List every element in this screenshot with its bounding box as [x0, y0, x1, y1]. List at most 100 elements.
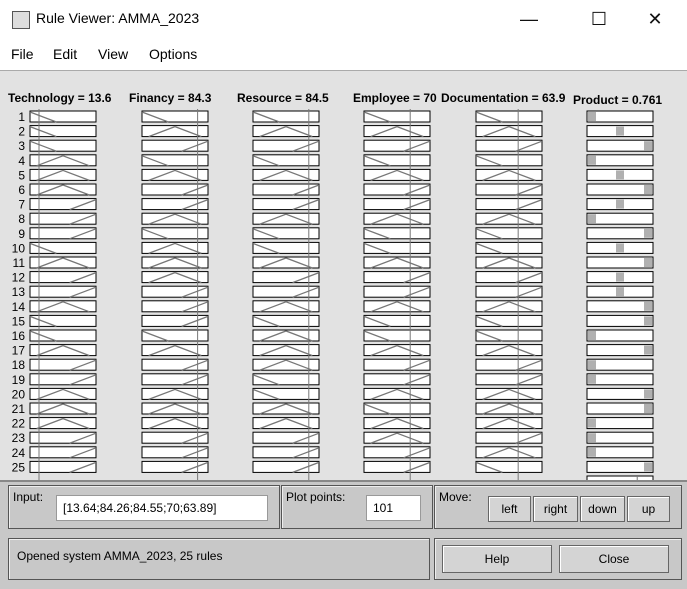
- menu-file[interactable]: File: [11, 46, 34, 62]
- output-mf-fill: [588, 112, 596, 121]
- mf-box-product: [586, 431, 654, 444]
- move-left-button[interactable]: left: [488, 496, 531, 522]
- mf-box-documentation: [475, 227, 543, 240]
- mf-box-technology: [29, 241, 97, 254]
- mf-box-documentation: [475, 154, 543, 167]
- mf-box-employee: [363, 183, 431, 196]
- output-mf-fill: [588, 374, 596, 384]
- mf-box-documentation: [475, 241, 543, 254]
- output-mf-fill: [644, 462, 652, 472]
- mf-box-technology: [29, 125, 97, 138]
- rule-number: 23: [12, 431, 26, 445]
- output-mf-fill: [644, 185, 652, 194]
- rule-number: 13: [12, 285, 26, 299]
- menu-view[interactable]: View: [98, 46, 128, 62]
- mf-box-product: [586, 417, 654, 430]
- output-mf-fill: [588, 360, 596, 370]
- output-mf-fill: [644, 228, 652, 238]
- help-close-panel: Help Close: [434, 538, 682, 580]
- rule-number: 15: [12, 314, 26, 328]
- output-mf-fill: [616, 126, 624, 136]
- mf-box-employee: [363, 271, 431, 284]
- matlab-app-icon: [12, 11, 30, 29]
- rule-number: 3: [18, 139, 25, 153]
- mf-box-technology: [29, 271, 97, 284]
- rule-number: 22: [12, 417, 26, 431]
- mf-box-product: [586, 139, 654, 152]
- mf-box-employee: [363, 110, 431, 123]
- rule-number: 20: [12, 387, 26, 401]
- rule-plot-area: Technology = 13.6 Financy = 84.3 Resourc…: [0, 70, 687, 481]
- output-mf-fill: [644, 404, 652, 413]
- plot-points-field[interactable]: 101: [366, 495, 421, 521]
- rule-number: 11: [13, 256, 26, 270]
- help-button[interactable]: Help: [442, 545, 552, 573]
- move-right-button[interactable]: right: [533, 496, 578, 522]
- rule-number: 7: [18, 198, 25, 212]
- input-panel: Input: [13.64;84.26;84.55;70;63.89]: [8, 485, 280, 529]
- mf-box-technology: [29, 329, 97, 342]
- output-mf-fill: [588, 418, 596, 428]
- rule-number: 16: [12, 329, 26, 343]
- output-mf-fill: [616, 170, 624, 180]
- menu-edit[interactable]: Edit: [53, 46, 77, 62]
- mf-box-employee: [363, 154, 431, 167]
- mf-box-technology: [29, 460, 97, 473]
- mf-box-product: [586, 256, 654, 269]
- mf-box-technology: [29, 431, 97, 444]
- rule-number: 5: [18, 168, 25, 182]
- mf-box-product: [586, 314, 654, 327]
- rule-number: 21: [12, 402, 26, 416]
- control-panel: Input: [13.64;84.26;84.55;70;63.89] Plot…: [0, 480, 687, 589]
- maximize-button[interactable]: ☐: [576, 6, 622, 32]
- window-title: Rule Viewer: AMMA_2023: [36, 10, 200, 26]
- mf-box-technology: [29, 198, 97, 211]
- input-label: Input:: [13, 490, 44, 504]
- output-mf-fill: [644, 258, 652, 267]
- rule-number: 25: [12, 460, 26, 474]
- mf-box-documentation: [475, 285, 543, 298]
- minimize-button[interactable]: —: [506, 6, 552, 32]
- rules-svg[interactable]: 1234567891011121314151617181920212223242…: [0, 71, 687, 481]
- mf-box-technology: [29, 358, 97, 371]
- mf-box-product: [586, 300, 654, 313]
- rule-number: 9: [18, 227, 25, 241]
- output-mf-fill: [588, 214, 596, 224]
- mf-box-employee: [363, 460, 431, 473]
- close-button[interactable]: Close: [559, 545, 669, 573]
- mf-box-technology: [29, 227, 97, 240]
- mf-box-employee: [363, 358, 431, 371]
- mf-box-employee: [363, 198, 431, 211]
- mf-box-product: [586, 387, 654, 400]
- output-mf-fill: [588, 433, 596, 443]
- plot-points-label: Plot points:: [286, 490, 346, 504]
- mf-box-documentation: [475, 139, 543, 152]
- mf-box-documentation: [475, 329, 543, 342]
- move-down-button[interactable]: down: [580, 496, 625, 522]
- mf-box-documentation: [475, 431, 543, 444]
- move-up-button[interactable]: up: [627, 496, 670, 522]
- mf-box-technology: [29, 314, 97, 327]
- title-bar: Rule Viewer: AMMA_2023 — ☐ ✕: [0, 0, 687, 38]
- menu-bar: File Edit View Options: [0, 38, 687, 68]
- close-window-button[interactable]: ✕: [632, 6, 678, 32]
- mf-box-documentation: [475, 183, 543, 196]
- mf-box-product: [586, 402, 654, 415]
- rule-number: 6: [18, 183, 25, 197]
- mf-box-technology: [29, 446, 97, 459]
- rule-number: 24: [12, 446, 26, 460]
- mf-box-product: [586, 110, 654, 123]
- mf-box-documentation: [475, 198, 543, 211]
- mf-box-employee: [363, 314, 431, 327]
- rule-number: 10: [12, 241, 26, 255]
- output-mf-fill: [616, 243, 624, 253]
- mf-box-product: [586, 227, 654, 240]
- mf-box-employee: [363, 227, 431, 240]
- mf-box-product: [586, 358, 654, 371]
- menu-options[interactable]: Options: [149, 46, 197, 62]
- mf-box-employee: [363, 285, 431, 298]
- mf-box-technology: [29, 110, 97, 123]
- input-field[interactable]: [13.64;84.26;84.55;70;63.89]: [56, 495, 268, 521]
- mf-box-documentation: [475, 110, 543, 123]
- mf-box-product: [586, 329, 654, 342]
